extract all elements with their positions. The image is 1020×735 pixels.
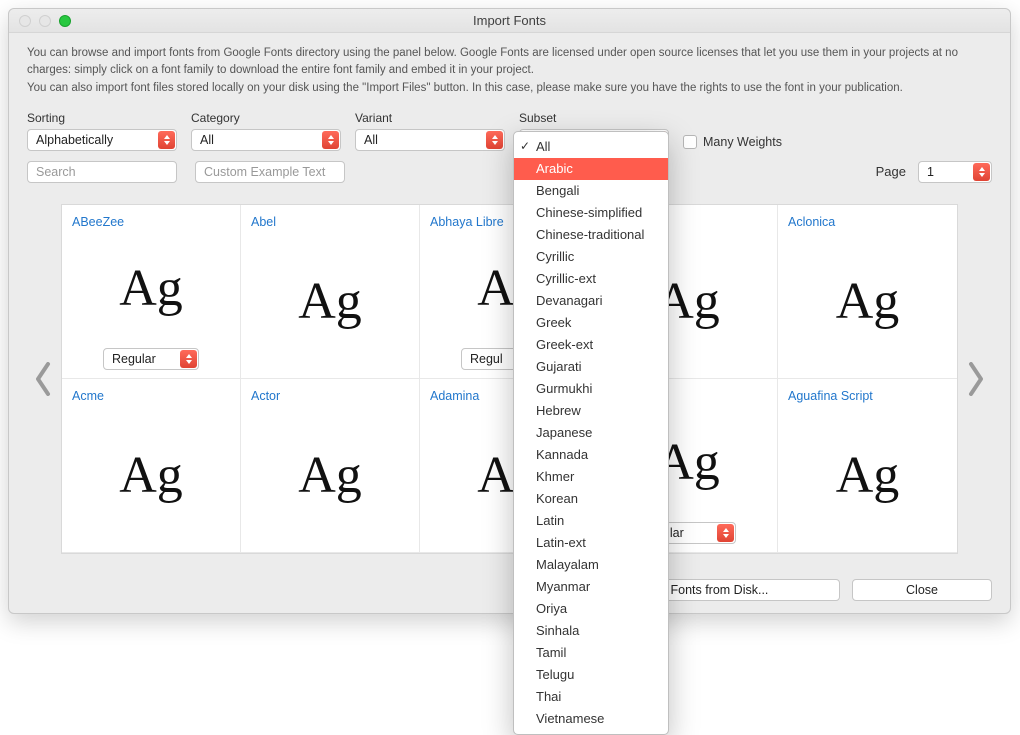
filters-row: Sorting Alphabetically Category All Vari… <box>27 111 992 151</box>
font-sample: Ag <box>72 233 230 344</box>
font-sample: Ag <box>788 407 947 544</box>
subset-option[interactable]: Latin-ext <box>514 532 668 554</box>
sorting-label: Sorting <box>27 111 177 125</box>
font-name: Abel <box>251 215 409 229</box>
font-sample: Ag <box>72 407 230 544</box>
example-text-input[interactable]: Custom Example Text <box>195 161 345 183</box>
subset-option[interactable]: Hebrew <box>514 400 668 422</box>
dialog-footer: Import Fonts from Disk... Close <box>27 569 992 601</box>
font-grid: ABeeZeeAgRegularAbelAgAbhaya LibreAgRegu… <box>61 204 958 554</box>
prev-page-arrow[interactable] <box>27 362 61 396</box>
subset-option[interactable]: Japanese <box>514 422 668 444</box>
close-button[interactable]: Close <box>852 579 992 601</box>
subset-option[interactable]: Latin <box>514 510 668 532</box>
window-title: Import Fonts <box>9 13 1010 28</box>
subset-option[interactable]: Kannada <box>514 444 668 466</box>
subset-option[interactable]: Gurmukhi <box>514 378 668 400</box>
font-sample: Ag <box>251 407 409 544</box>
subset-option[interactable]: All <box>514 136 668 158</box>
import-fonts-window: Import Fonts You can browse and import f… <box>8 8 1011 614</box>
category-value: All <box>200 133 214 147</box>
subset-option[interactable]: Oriya <box>514 598 668 620</box>
variant-value: All <box>364 133 378 147</box>
font-name: Actor <box>251 389 409 403</box>
many-weights-checkbox[interactable] <box>683 135 697 149</box>
font-card[interactable]: Aclonica Ag <box>778 205 957 379</box>
window-controls <box>9 15 71 27</box>
subset-option[interactable]: Greek-ext <box>514 334 668 356</box>
sorting-value: Alphabetically <box>36 133 113 147</box>
page-value: 1 <box>927 165 934 179</box>
font-name: ABeeZee <box>72 215 230 229</box>
variant-select[interactable]: All <box>355 129 505 151</box>
subset-option[interactable]: Telugu <box>514 664 668 686</box>
subset-option[interactable]: Cyrillic-ext <box>514 268 668 290</box>
subset-option[interactable]: Tamil <box>514 642 668 664</box>
minimize-window-icon[interactable] <box>39 15 51 27</box>
category-label: Category <box>191 111 341 125</box>
font-grid-wrap: ABeeZeeAgRegularAbelAgAbhaya LibreAgRegu… <box>27 189 992 569</box>
many-weights-label: Many Weights <box>703 135 782 149</box>
updown-icon <box>322 131 339 149</box>
subset-option[interactable]: Thai <box>514 686 668 708</box>
font-card[interactable]: Actor Ag <box>241 379 420 553</box>
updown-icon <box>158 131 175 149</box>
font-name: Acme <box>72 389 230 403</box>
subset-label: Subset <box>519 111 669 125</box>
subset-option[interactable]: Korean <box>514 488 668 510</box>
subset-option[interactable]: Malayalam <box>514 554 668 576</box>
font-name: Aclonica <box>788 215 947 229</box>
zoom-window-icon[interactable] <box>59 15 71 27</box>
subset-option[interactable]: Bengali <box>514 180 668 202</box>
font-card[interactable]: Aguafina Script Ag <box>778 379 957 553</box>
font-variant-value: Regul <box>470 352 503 366</box>
dialog-content: You can browse and import fonts from Goo… <box>9 33 1010 613</box>
updown-icon <box>180 350 197 368</box>
close-window-icon[interactable] <box>19 15 31 27</box>
font-card[interactable]: Acme Ag <box>62 379 241 553</box>
variant-label: Variant <box>355 111 505 125</box>
search-input[interactable]: Search <box>27 161 177 183</box>
titlebar: Import Fonts <box>9 9 1010 33</box>
search-placeholder: Search <box>36 165 76 179</box>
page-label: Page <box>876 164 906 179</box>
font-name: Aguafina Script <box>788 389 947 403</box>
subset-option[interactable]: Myanmar <box>514 576 668 598</box>
updown-icon <box>717 524 734 542</box>
font-sample: Ag <box>788 233 947 370</box>
font-card[interactable]: ABeeZee Ag Regular <box>62 205 241 379</box>
subset-option[interactable]: Khmer <box>514 466 668 488</box>
updown-icon <box>486 131 503 149</box>
font-variant-value: Regular <box>112 352 156 366</box>
subset-option[interactable]: Devanagari <box>514 290 668 312</box>
close-button-label: Close <box>906 583 938 597</box>
intro-text: You can browse and import fonts from Goo… <box>27 45 992 97</box>
subset-option[interactable]: Vietnamese <box>514 708 668 730</box>
example-placeholder: Custom Example Text <box>204 165 325 179</box>
intro-line-2: You can also import font files stored lo… <box>27 80 992 97</box>
subset-option[interactable]: Sinhala <box>514 620 668 642</box>
subset-option[interactable]: Chinese-simplified <box>514 202 668 224</box>
search-row: Search Custom Example Text Page 1 <box>27 161 992 183</box>
next-page-arrow[interactable] <box>958 362 992 396</box>
category-select[interactable]: All <box>191 129 341 151</box>
font-sample: Ag <box>251 233 409 370</box>
updown-icon <box>973 163 990 181</box>
intro-line-1: You can browse and import fonts from Goo… <box>27 45 992 80</box>
font-variant-select[interactable]: Regular <box>103 348 199 370</box>
page-select[interactable]: 1 <box>918 161 992 183</box>
sorting-select[interactable]: Alphabetically <box>27 129 177 151</box>
subset-option[interactable]: Greek <box>514 312 668 334</box>
subset-option[interactable]: Chinese-traditional <box>514 224 668 246</box>
subset-option[interactable]: Gujarati <box>514 356 668 378</box>
subset-option[interactable]: Arabic <box>514 158 668 180</box>
subset-option[interactable]: Cyrillic <box>514 246 668 268</box>
font-card[interactable]: Abel Ag <box>241 205 420 379</box>
subset-dropdown[interactable]: AllArabicBengaliChinese-simplifiedChines… <box>513 131 669 735</box>
